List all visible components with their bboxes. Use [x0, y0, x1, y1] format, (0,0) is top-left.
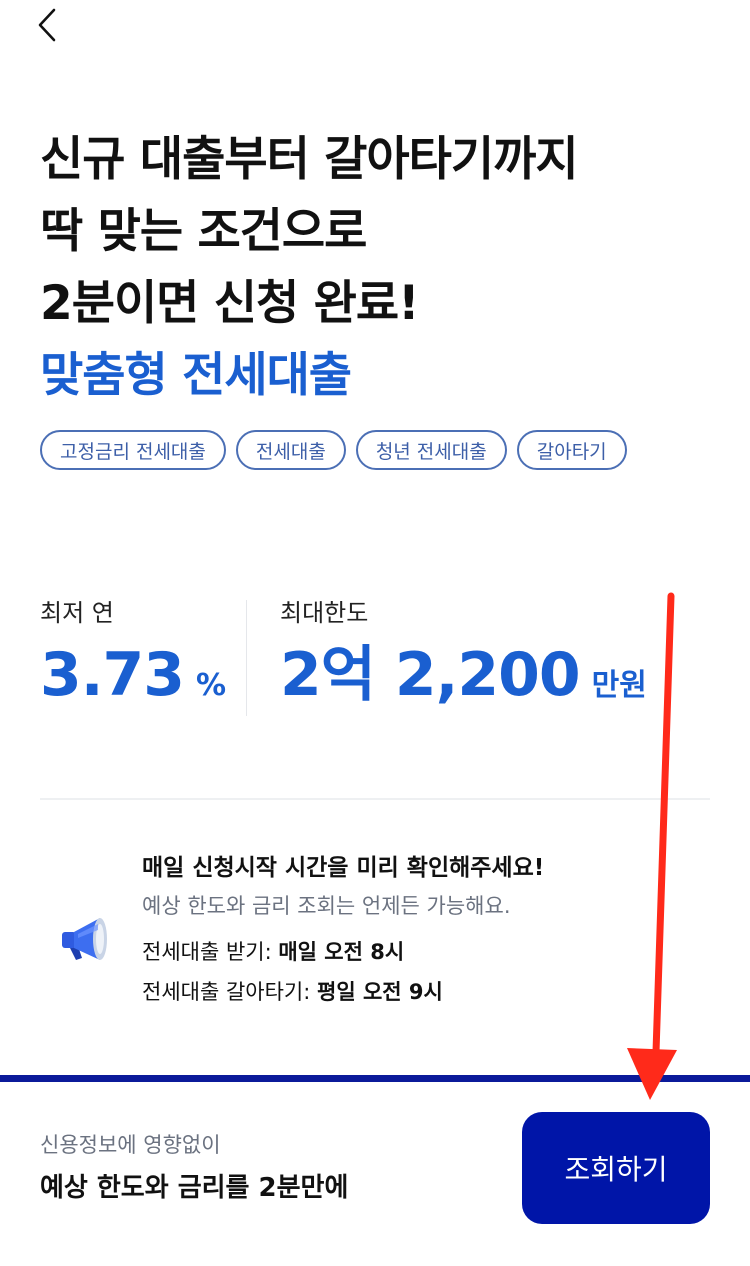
stats-divider — [246, 600, 247, 716]
tag-fixed-rate-jeonse[interactable]: 고정금리 전세대출 — [40, 430, 226, 470]
chevron-left-icon — [38, 8, 56, 42]
min-rate-label: 최저 연 — [40, 599, 114, 627]
max-limit-stat: 최대한도 2억 2,200 만원 — [280, 596, 647, 710]
min-rate-unit: % — [196, 668, 227, 703]
notice-row-time: 평일 오전 9시 — [317, 980, 443, 1004]
inquiry-button[interactable]: 조회하기 — [522, 1112, 710, 1224]
notice-subtitle: 예상 한도와 금리 조회는 언제든 가능해요. — [142, 894, 511, 918]
notice-row-new-loan: 전세대출 받기: 매일 오전 8시 — [142, 932, 544, 972]
notice-box: 매일 신청시작 시간을 미리 확인해주세요! 예상 한도와 금리 조회는 언제든… — [40, 848, 710, 1038]
page-headline: 신규 대출부터 갈아타기까지 딱 맞는 조건으로 2분이면 신청 완료! 맞춤형… — [40, 124, 720, 412]
notice-row-label: 전세대출 갈아타기: — [142, 980, 317, 1004]
notice-text: 매일 신청시작 시간을 미리 확인해주세요! 예상 한도와 금리 조회는 언제든… — [142, 848, 544, 1012]
tag-list: 고정금리 전세대출 전세대출 청년 전세대출 갈아타기 — [40, 430, 627, 470]
bottom-cta-text: 신용정보에 영향없이 예상 한도와 금리를 2분만에 — [40, 1127, 348, 1213]
tag-youth-jeonse[interactable]: 청년 전세대출 — [355, 430, 507, 470]
headline-highlight: 맞춤형 전세대출 — [40, 348, 352, 403]
loan-stats: 최저 연 3.73% 최대한도 2억 2,200 만원 — [40, 596, 710, 720]
headline-line-2: 딱 맞는 조건으로 — [40, 204, 367, 259]
notice-row-refinance: 전세대출 갈아타기: 평일 오전 9시 — [142, 972, 544, 1012]
notice-title: 매일 신청시작 시간을 미리 확인해주세요! — [142, 855, 545, 881]
min-rate-stat: 최저 연 3.73% — [40, 596, 226, 710]
bottom-cta-bar: 신용정보에 영향없이 예상 한도와 금리를 2분만에 조회하기 — [0, 1075, 750, 1266]
headline-line-3: 2분이면 신청 완료! — [40, 276, 420, 331]
min-rate-value: 3.73% — [40, 640, 226, 710]
back-button[interactable] — [30, 4, 70, 44]
max-limit-value: 2억 2,200 만원 — [280, 640, 647, 710]
max-limit-number: 2억 2,200 — [280, 640, 581, 710]
bottom-cta-title: 예상 한도와 금리를 2분만에 — [40, 1173, 349, 1203]
max-limit-label: 최대한도 — [280, 599, 369, 627]
notice-row-time: 매일 오전 8시 — [278, 940, 405, 964]
headline-line-1: 신규 대출부터 갈아타기까지 — [40, 132, 579, 187]
section-divider — [40, 798, 710, 800]
bottom-cta-subtitle: 신용정보에 영향없이 — [40, 1133, 221, 1157]
max-limit-unit: 만원 — [591, 668, 647, 703]
tag-refinance[interactable]: 갈아타기 — [516, 430, 627, 470]
tag-jeonse[interactable]: 전세대출 — [235, 430, 346, 470]
min-rate-number: 3.73 — [40, 640, 185, 710]
megaphone-icon — [62, 918, 107, 960]
notice-row-label: 전세대출 받기: — [142, 940, 279, 964]
